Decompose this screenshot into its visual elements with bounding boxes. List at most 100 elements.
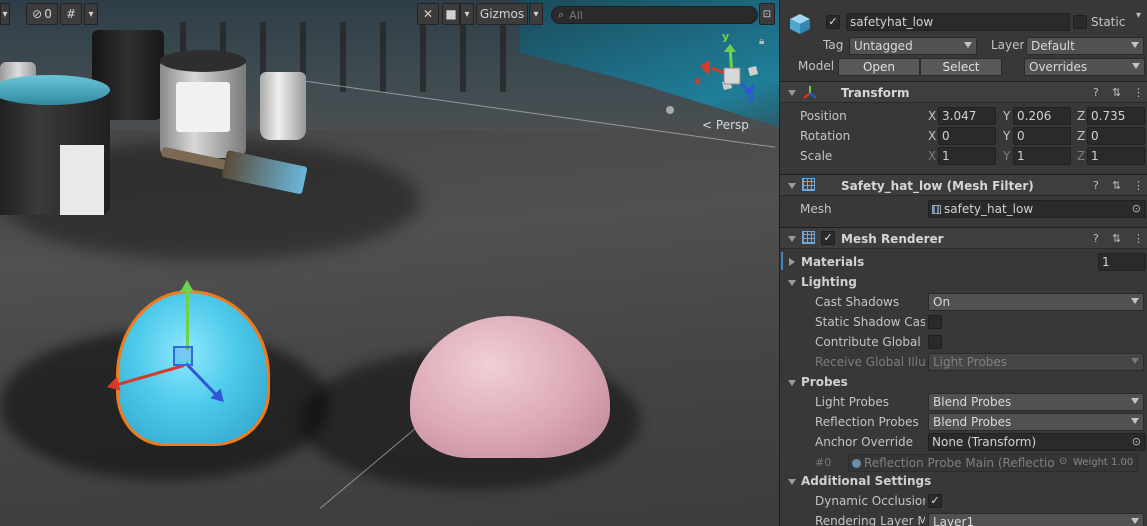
receive-gi-dropdown: Light Probes	[928, 353, 1144, 371]
tag-label: Tag	[823, 38, 844, 52]
scale-z-label: Z	[1077, 149, 1086, 163]
scale-x-value: 1	[942, 149, 950, 163]
gizmos-button[interactable]: Gizmos	[476, 3, 528, 25]
chevron-down-icon: ▾	[88, 8, 94, 20]
maximize-icon[interactable]: ⊡	[759, 3, 775, 25]
position-y-field[interactable]: 0.206	[1013, 107, 1071, 125]
mesh-filter-header[interactable]: Safety_hat_low (Mesh Filter) ? ⇅ ⋮	[780, 174, 1147, 196]
camera-icon: ■	[445, 7, 457, 21]
layer-value: Default	[1031, 39, 1075, 53]
rotation-x-value: 0	[942, 129, 950, 143]
probes-fold-icon[interactable]	[788, 380, 796, 386]
mesh-filter-title: Safety_hat_low (Mesh Filter)	[841, 179, 1034, 193]
rotation-y-field[interactable]: 0	[1013, 127, 1071, 145]
additional-settings-fold-icon[interactable]	[788, 479, 796, 485]
mesh-renderer-title: Mesh Renderer	[841, 232, 944, 246]
materials-count-field[interactable]: 1	[1098, 253, 1146, 271]
move-gizmo-y-axis[interactable]	[180, 280, 194, 350]
light-probes-value: Blend Probes	[933, 395, 1012, 409]
presets-icon[interactable]: ⇅	[1112, 179, 1121, 192]
position-y-value: 0.206	[1017, 109, 1052, 123]
materials-count: 1	[1102, 255, 1110, 269]
orientation-gizmo[interactable]: y x z < Persp 🔒︎	[660, 30, 779, 140]
position-z-field[interactable]: 0.735	[1087, 107, 1145, 125]
grid-toggle-button[interactable]: #	[60, 3, 82, 25]
mesh-renderer-enabled-checkbox[interactable]: ✓	[821, 231, 835, 245]
probes-label[interactable]: Probes	[801, 375, 848, 389]
static-shadow-caster-checkbox[interactable]	[928, 315, 942, 329]
presets-icon[interactable]: ⇅	[1112, 232, 1121, 245]
lighting-fold-icon[interactable]	[788, 280, 796, 286]
rotation-y-value: 0	[1017, 129, 1025, 143]
scene-view[interactable]: ▾ ⊘ 0 # ▾ ✕ ■ ▾ Gizmos ▾ ⌕ All ⊡ y x z <…	[0, 0, 779, 526]
scale-x-field[interactable]: 1	[938, 147, 996, 165]
help-icon[interactable]: ?	[1093, 179, 1099, 192]
object-name-field[interactable]: safetyhat_low	[846, 13, 1070, 31]
reflection-probes-dropdown[interactable]: Blend Probes	[928, 413, 1144, 431]
move-gizmo-plane-handle[interactable]	[173, 346, 193, 366]
bucket-label	[60, 145, 104, 215]
contribute-gi-checkbox[interactable]	[928, 335, 942, 349]
help-icon[interactable]: ?	[1093, 232, 1099, 245]
presets-icon[interactable]: ⇅	[1112, 86, 1121, 99]
fold-arrow-icon[interactable]	[788, 236, 796, 242]
scale-z-field[interactable]: 1	[1087, 147, 1145, 165]
rotation-z-field[interactable]: 0	[1087, 127, 1145, 145]
help-icon[interactable]: ?	[1093, 86, 1099, 99]
safety-hat[interactable]	[410, 316, 610, 458]
lighting-label[interactable]: Lighting	[801, 275, 857, 289]
camera-dropdown[interactable]: ▾	[460, 3, 474, 25]
bucket-logo	[176, 82, 230, 132]
more-options-icon[interactable]: ⋮	[1133, 86, 1144, 99]
transform-header[interactable]: Transform ? ⇅ ⋮	[780, 81, 1147, 103]
more-options-icon[interactable]: ⋮	[1133, 232, 1144, 245]
camera-button[interactable]: ■	[442, 3, 460, 25]
scene-toolbar-left-dropdown[interactable]: ▾	[0, 3, 10, 25]
rotation-x-field[interactable]: 0	[938, 127, 996, 145]
grid-dropdown[interactable]: ▾	[84, 3, 98, 25]
additional-settings-label[interactable]: Additional Settings	[801, 474, 931, 488]
cast-shadows-dropdown[interactable]: On	[928, 293, 1144, 311]
materials-label[interactable]: Materials	[801, 255, 864, 269]
layer-dropdown[interactable]: Default	[1026, 37, 1144, 55]
rendering-layer-label: Rendering Layer Mask	[815, 514, 925, 526]
active-checkbox[interactable]: ✓	[826, 15, 840, 29]
rendering-layer-dropdown[interactable]: Layer1	[928, 513, 1144, 526]
reflection-probe-icon	[852, 458, 861, 468]
static-checkbox[interactable]	[1073, 15, 1087, 29]
scene-visibility-toggle[interactable]: ⊘ 0	[26, 3, 58, 25]
gizmos-dropdown[interactable]: ▾	[529, 3, 543, 25]
dynamic-occlusion-checkbox[interactable]: ✓	[928, 494, 942, 508]
open-button[interactable]: Open	[838, 58, 920, 76]
scale-y-field[interactable]: 1	[1013, 147, 1071, 165]
light-probes-dropdown[interactable]: Blend Probes	[928, 393, 1144, 411]
more-options-icon[interactable]: ⋮	[1133, 179, 1144, 192]
paint-bucket	[260, 72, 306, 140]
receive-gi-value: Light Probes	[933, 355, 1008, 369]
tools-button[interactable]: ✕	[417, 3, 439, 25]
scene-search-input[interactable]: ⌕ All	[551, 6, 758, 24]
probe-index: #0	[815, 456, 832, 469]
fold-arrow-icon[interactable]	[788, 183, 796, 189]
overrides-value: Overrides	[1029, 60, 1088, 74]
scale-label: Scale	[800, 149, 833, 163]
anchor-override-field[interactable]: None (Transform) ⊙	[928, 433, 1146, 451]
reflection-probes-label: Reflection Probes	[815, 415, 919, 429]
fold-arrow-icon[interactable]	[788, 90, 796, 96]
scale-y-label: Y	[1003, 149, 1011, 163]
static-dropdown-icon[interactable]: ▾	[1136, 10, 1141, 21]
projection-toggle[interactable]: < Persp	[702, 118, 749, 132]
tag-dropdown[interactable]: Untagged	[849, 37, 977, 55]
mesh-field[interactable]: safety_hat_low ⊙	[928, 200, 1146, 218]
reflection-probes-value: Blend Probes	[933, 415, 1012, 429]
object-picker-icon[interactable]: ⊙	[1132, 435, 1141, 448]
object-picker-icon[interactable]: ⊙	[1132, 202, 1141, 215]
overrides-dropdown[interactable]: Overrides	[1024, 58, 1145, 76]
paint-bucket-lid	[0, 75, 110, 105]
select-button[interactable]: Select	[920, 58, 1002, 76]
mesh-renderer-header[interactable]: ✓ Mesh Renderer ? ⇅ ⋮	[780, 227, 1147, 249]
chevron-down-icon: ▾	[2, 8, 8, 20]
lock-icon[interactable]: 🔒︎	[759, 36, 764, 47]
materials-fold-icon[interactable]	[789, 258, 795, 266]
position-x-field[interactable]: 3.047	[938, 107, 996, 125]
